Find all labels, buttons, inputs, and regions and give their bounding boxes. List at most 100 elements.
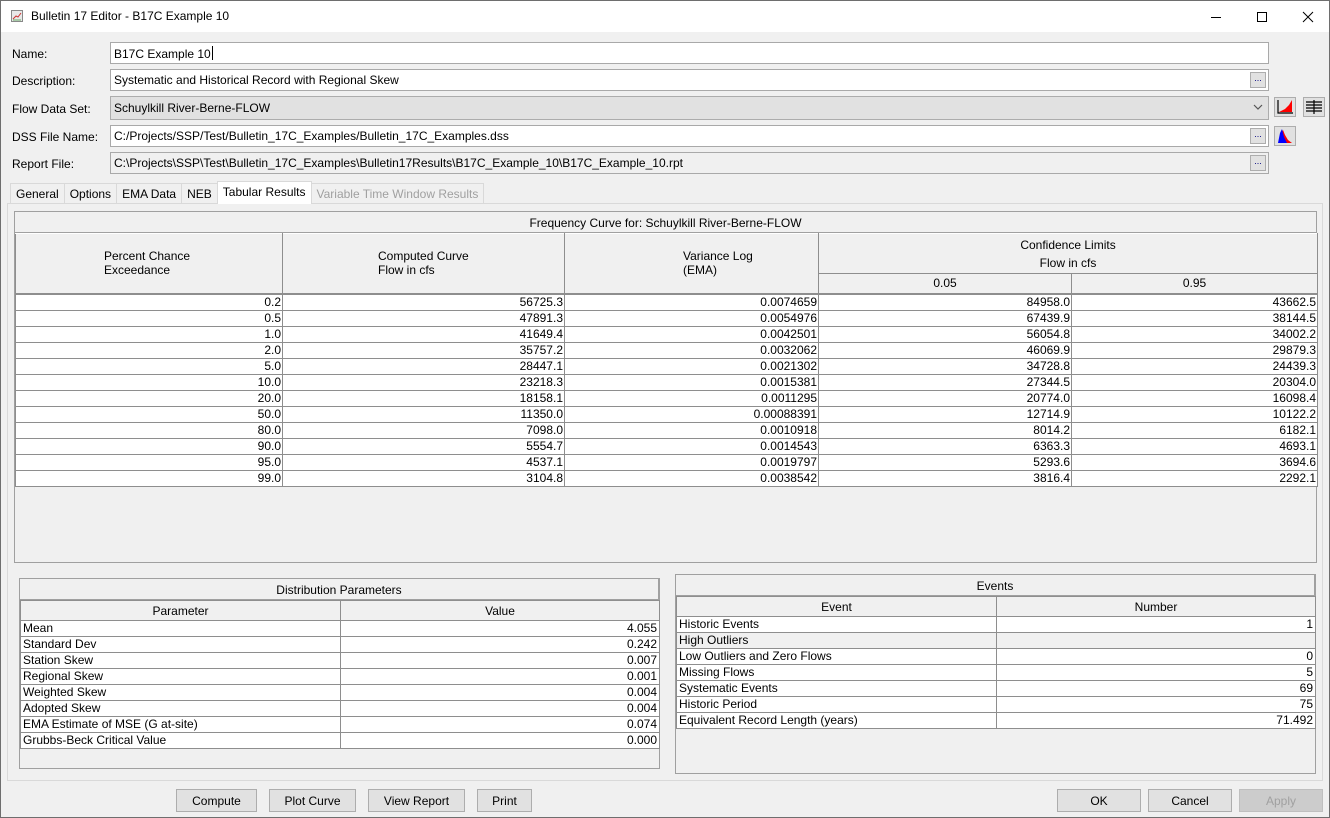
table-view-button[interactable]	[1303, 97, 1325, 117]
parameter-value-cell[interactable]: 0.004	[340, 684, 660, 701]
computed-flow-cell[interactable]: 47891.3	[282, 310, 565, 327]
conf-limit-0.05-cell[interactable]: 5293.6	[818, 454, 1072, 471]
computed-flow-cell[interactable]: 5554.7	[282, 438, 565, 455]
name-input[interactable]: B17C Example 10	[110, 42, 1269, 64]
conf-limit-0.05-cell[interactable]: 27344.5	[818, 374, 1072, 391]
parameter-value-cell[interactable]: 0.242	[340, 636, 660, 653]
distribution-row[interactable]: EMA Estimate of MSE (G at-site) 0.074	[20, 716, 660, 733]
frequency-row[interactable]: 95.0 4537.1 0.0019797 5293.6 3694.6	[15, 454, 1319, 471]
computed-flow-cell[interactable]: 28447.1	[282, 358, 565, 375]
computed-flow-cell[interactable]: 3104.8	[282, 470, 565, 487]
variance-log-cell[interactable]: 0.0042501	[564, 326, 819, 343]
conf-limit-0.05-cell[interactable]: 12714.9	[818, 406, 1072, 423]
minimize-button[interactable]	[1193, 1, 1239, 32]
distribution-row[interactable]: Adopted Skew 0.004	[20, 700, 660, 717]
parameter-value-cell[interactable]: 0.004	[340, 700, 660, 717]
computed-flow-cell[interactable]: 41649.4	[282, 326, 565, 343]
description-input[interactable]: Systematic and Historical Record with Re…	[110, 69, 1269, 91]
parameter-name-cell[interactable]: Standard Dev	[20, 636, 341, 653]
variance-log-cell[interactable]: 0.0021302	[564, 358, 819, 375]
conf-limit-0.95-cell[interactable]: 20304.0	[1070, 374, 1319, 391]
conf-limit-0.95-cell[interactable]: 6182.1	[1070, 422, 1319, 439]
variance-log-cell[interactable]: 0.0038542	[564, 470, 819, 487]
parameter-value-cell[interactable]: 0.074	[340, 716, 660, 733]
percent-chance-exceedance-cell[interactable]: 90.0	[15, 438, 283, 455]
percent-chance-exceedance-cell[interactable]: 80.0	[15, 422, 283, 439]
conf-limit-0.05-cell[interactable]: 34728.8	[818, 358, 1072, 375]
computed-flow-cell[interactable]: 56725.3	[282, 292, 565, 311]
conf-limit-0.95-cell[interactable]: 24439.3	[1070, 358, 1319, 375]
conf-limit-0.05-cell[interactable]: 6363.3	[818, 438, 1072, 455]
event-name-cell[interactable]: Missing Flows	[676, 664, 997, 681]
frequency-row[interactable]: 0.5 47891.3 0.0054976 67439.9 38144.5	[15, 310, 1319, 327]
event-name-cell[interactable]: Historic Events	[676, 616, 997, 633]
conf-limit-0.95-cell[interactable]: 10122.2	[1070, 406, 1319, 423]
tab-neb[interactable]: NEB	[181, 183, 218, 204]
parameter-name-cell[interactable]: Station Skew	[20, 652, 341, 669]
conf-limit-0.95-cell[interactable]: 43662.5	[1070, 292, 1319, 311]
variance-log-cell[interactable]: 0.0014543	[564, 438, 819, 455]
computed-flow-cell[interactable]: 23218.3	[282, 374, 565, 391]
flow-data-set-dropdown[interactable]: Schuylkill River-Berne-FLOW	[110, 96, 1269, 120]
parameter-value-cell[interactable]: 0.001	[340, 668, 660, 685]
percent-chance-exceedance-cell[interactable]: 99.0	[15, 470, 283, 487]
frequency-row[interactable]: 99.0 3104.8 0.0038542 3816.4 2292.1	[15, 470, 1319, 487]
frequency-row[interactable]: 90.0 5554.7 0.0014543 6363.3 4693.1	[15, 438, 1319, 455]
event-row[interactable]: Systematic Events 69	[676, 680, 1316, 697]
parameter-name-cell[interactable]: Adopted Skew	[20, 700, 341, 717]
frequency-row[interactable]: 2.0 35757.2 0.0032062 46069.9 29879.3	[15, 342, 1319, 359]
percent-chance-exceedance-cell[interactable]: 0.2	[15, 292, 283, 311]
variance-log-cell[interactable]: 0.0054976	[564, 310, 819, 327]
variance-log-cell[interactable]: 0.0015381	[564, 374, 819, 391]
event-number-cell[interactable]: 69	[996, 680, 1316, 697]
tab-general[interactable]: General	[10, 183, 65, 204]
conf-limit-0.05-cell[interactable]: 8014.2	[818, 422, 1072, 439]
header-variance-log[interactable]: Variance Log (EMA)	[564, 233, 819, 294]
distribution-row[interactable]: Station Skew 0.007	[20, 652, 660, 669]
conf-limit-0.05-cell[interactable]: 56054.8	[818, 326, 1072, 343]
event-name-cell[interactable]: High Outliers	[676, 632, 997, 649]
tab-ema-data[interactable]: EMA Data	[116, 183, 183, 204]
event-number-cell[interactable]: 0	[996, 648, 1316, 665]
conf-limit-0.95-cell[interactable]: 2292.1	[1070, 470, 1319, 487]
parameter-value-cell[interactable]: 0.000	[340, 732, 660, 749]
distribution-row[interactable]: Grubbs-Beck Critical Value 0.000	[20, 732, 660, 749]
variance-log-cell[interactable]: 0.0032062	[564, 342, 819, 359]
conf-limit-0.05-cell[interactable]: 20774.0	[818, 390, 1072, 407]
variance-log-cell[interactable]: 0.00088391	[564, 406, 819, 423]
event-name-cell[interactable]: Low Outliers and Zero Flows	[676, 648, 997, 665]
parameter-value-cell[interactable]: 0.007	[340, 652, 660, 669]
conf-limit-0.05-cell[interactable]: 84958.0	[818, 292, 1072, 311]
computed-flow-cell[interactable]: 4537.1	[282, 454, 565, 471]
plot-curve-button[interactable]: Plot Curve	[269, 789, 356, 812]
event-row[interactable]: Equivalent Record Length (years) 71.492	[676, 712, 1316, 729]
computed-flow-cell[interactable]: 11350.0	[282, 406, 565, 423]
percent-chance-exceedance-cell[interactable]: 20.0	[15, 390, 283, 407]
distribution-row[interactable]: Standard Dev 0.242	[20, 636, 660, 653]
variance-log-cell[interactable]: 0.0011295	[564, 390, 819, 407]
description-browse-button[interactable]: ...	[1250, 72, 1266, 88]
frequency-row[interactable]: 1.0 41649.4 0.0042501 56054.8 34002.2	[15, 326, 1319, 343]
distribution-row[interactable]: Regional Skew 0.001	[20, 668, 660, 685]
dss-file-browse-button[interactable]: ...	[1250, 128, 1266, 144]
report-file-input[interactable]: C:\Projects\SSP\Test\Bulletin_17C_Exampl…	[110, 152, 1269, 174]
conf-limit-0.05-cell[interactable]: 67439.9	[818, 310, 1072, 327]
dss-file-input[interactable]: C:/Projects/SSP/Test/Bulletin_17C_Exampl…	[110, 125, 1269, 147]
event-row[interactable]: Historic Events 1	[676, 616, 1316, 633]
maximize-button[interactable]	[1239, 1, 1285, 32]
conf-limit-0.95-cell[interactable]: 4693.1	[1070, 438, 1319, 455]
ok-button[interactable]: OK	[1057, 789, 1141, 812]
event-number-cell[interactable]: 5	[996, 664, 1316, 681]
conf-limit-0.95-cell[interactable]: 29879.3	[1070, 342, 1319, 359]
parameter-name-cell[interactable]: Mean	[20, 620, 341, 637]
variance-log-cell[interactable]: 0.0074659	[564, 292, 819, 311]
computed-flow-cell[interactable]: 7098.0	[282, 422, 565, 439]
parameter-name-cell[interactable]: EMA Estimate of MSE (G at-site)	[20, 716, 341, 733]
percent-chance-exceedance-cell[interactable]: 5.0	[15, 358, 283, 375]
parameter-name-cell[interactable]: Regional Skew	[20, 668, 341, 685]
conf-limit-0.95-cell[interactable]: 34002.2	[1070, 326, 1319, 343]
header-event[interactable]: Event	[676, 596, 997, 617]
variance-log-cell[interactable]: 0.0019797	[564, 454, 819, 471]
percent-chance-exceedance-cell[interactable]: 2.0	[15, 342, 283, 359]
frequency-row[interactable]: 5.0 28447.1 0.0021302 34728.8 24439.3	[15, 358, 1319, 375]
